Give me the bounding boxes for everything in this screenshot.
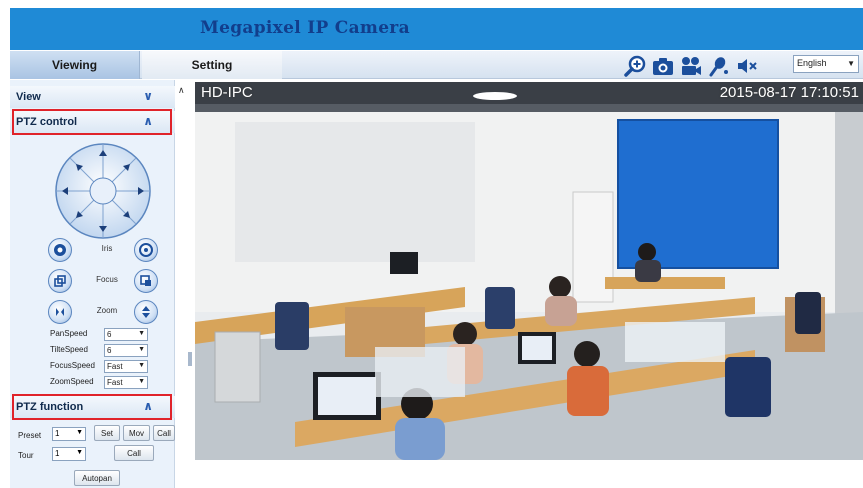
language-value: English	[797, 58, 827, 68]
preset-value: 1	[55, 429, 60, 438]
zoom-row: Zoom	[48, 300, 168, 326]
tour-value: 1	[55, 449, 60, 458]
language-select[interactable]: English ▼	[793, 55, 859, 73]
tilt-speed-select[interactable]: 6 ▼	[104, 344, 148, 357]
osd-datetime: 2015-08-17 17:10:51	[719, 84, 859, 101]
focus-label: Focus	[96, 275, 118, 284]
focus-speed-value: Fast	[107, 362, 123, 371]
highlight-box	[12, 394, 172, 420]
focus-speed-select[interactable]: Fast ▼	[104, 360, 148, 373]
app-title: Megapixel IP Camera	[200, 18, 410, 38]
scroll-up-icon[interactable]: ∧	[178, 85, 185, 96]
zoom-speed-row: ZoomSpeed Fast ▼	[50, 376, 160, 390]
highlight-box	[12, 109, 172, 135]
toolbar	[622, 54, 762, 78]
sidebar: View ∨ PTZ control ∧ Iris Focus Zoom Pan…	[10, 80, 175, 488]
iris-open-icon[interactable]	[134, 238, 158, 262]
focus-far-icon[interactable]	[134, 269, 158, 293]
chevron-down-icon: ▼	[847, 59, 855, 68]
record-icon[interactable]	[678, 54, 704, 78]
preset-label: Preset	[18, 431, 42, 440]
tilt-speed-label: TilteSpeed	[50, 345, 88, 354]
tilt-speed-value: 6	[107, 346, 112, 355]
zoom-speed-value: Fast	[107, 378, 123, 387]
chevron-down-icon: ▼	[138, 346, 145, 353]
camera-scene	[195, 82, 863, 460]
chevron-down-icon: ▼	[138, 362, 145, 369]
tilt-speed-row: TilteSpeed 6 ▼	[50, 344, 160, 358]
view-section-label: View	[16, 91, 41, 103]
pan-speed-select[interactable]: 6 ▼	[104, 328, 148, 341]
zoom-speed-label: ZoomSpeed	[50, 377, 94, 386]
autopan-button[interactable]: Autopan	[74, 470, 120, 486]
focus-speed-label: FocusSpeed	[50, 361, 95, 370]
focus-speed-row: FocusSpeed Fast ▼	[50, 360, 160, 374]
pan-speed-label: PanSpeed	[50, 329, 88, 338]
chevron-down-icon: ▼	[76, 449, 83, 456]
camera-icon[interactable]	[650, 54, 676, 78]
chevron-down-icon: ▼	[76, 429, 83, 436]
tour-call-button[interactable]: Call	[114, 445, 154, 461]
mute-icon[interactable]	[734, 54, 760, 78]
ptz-direction-pad[interactable]	[54, 142, 152, 240]
preset-move-button[interactable]: Mov	[123, 425, 150, 441]
zoom-in-lens-icon[interactable]	[134, 300, 158, 324]
zoom-speed-select[interactable]: Fast ▼	[104, 376, 148, 389]
focus-near-icon[interactable]	[48, 269, 72, 293]
tab-setting[interactable]: Setting	[142, 51, 282, 79]
pan-speed-value: 6	[107, 330, 112, 339]
chevron-down-icon: ▼	[138, 378, 145, 385]
chevron-down-icon: ▼	[138, 330, 145, 337]
osd-camera-name: HD-IPC	[201, 84, 253, 101]
collapse-down-icon[interactable]: ∨	[143, 89, 153, 103]
iris-label: Iris	[101, 244, 113, 253]
sidebar-collapse-handle[interactable]	[188, 352, 192, 366]
zoom-out-icon[interactable]	[48, 300, 72, 324]
preset-select[interactable]: 1 ▼	[52, 427, 86, 441]
tab-viewing[interactable]: Viewing	[10, 51, 140, 79]
focus-row: Focus	[48, 269, 168, 295]
view-section-header[interactable]: View ∨	[10, 86, 175, 108]
iris-row: Iris	[48, 238, 168, 264]
zoom-label: Zoom	[96, 306, 118, 315]
zoom-in-icon[interactable]	[622, 54, 648, 78]
preset-call-button[interactable]: Call	[153, 425, 175, 441]
preset-set-button[interactable]: Set	[94, 425, 120, 441]
microphone-icon[interactable]	[706, 54, 732, 78]
video-feed[interactable]: HD-IPC 2015-08-17 17:10:51	[195, 82, 863, 460]
iris-close-icon[interactable]	[48, 238, 72, 262]
tour-select[interactable]: 1 ▼	[52, 447, 86, 461]
tour-label: Tour	[18, 451, 34, 460]
pan-speed-row: PanSpeed 6 ▼	[50, 328, 160, 342]
header-bar: Megapixel IP Camera	[10, 8, 863, 50]
